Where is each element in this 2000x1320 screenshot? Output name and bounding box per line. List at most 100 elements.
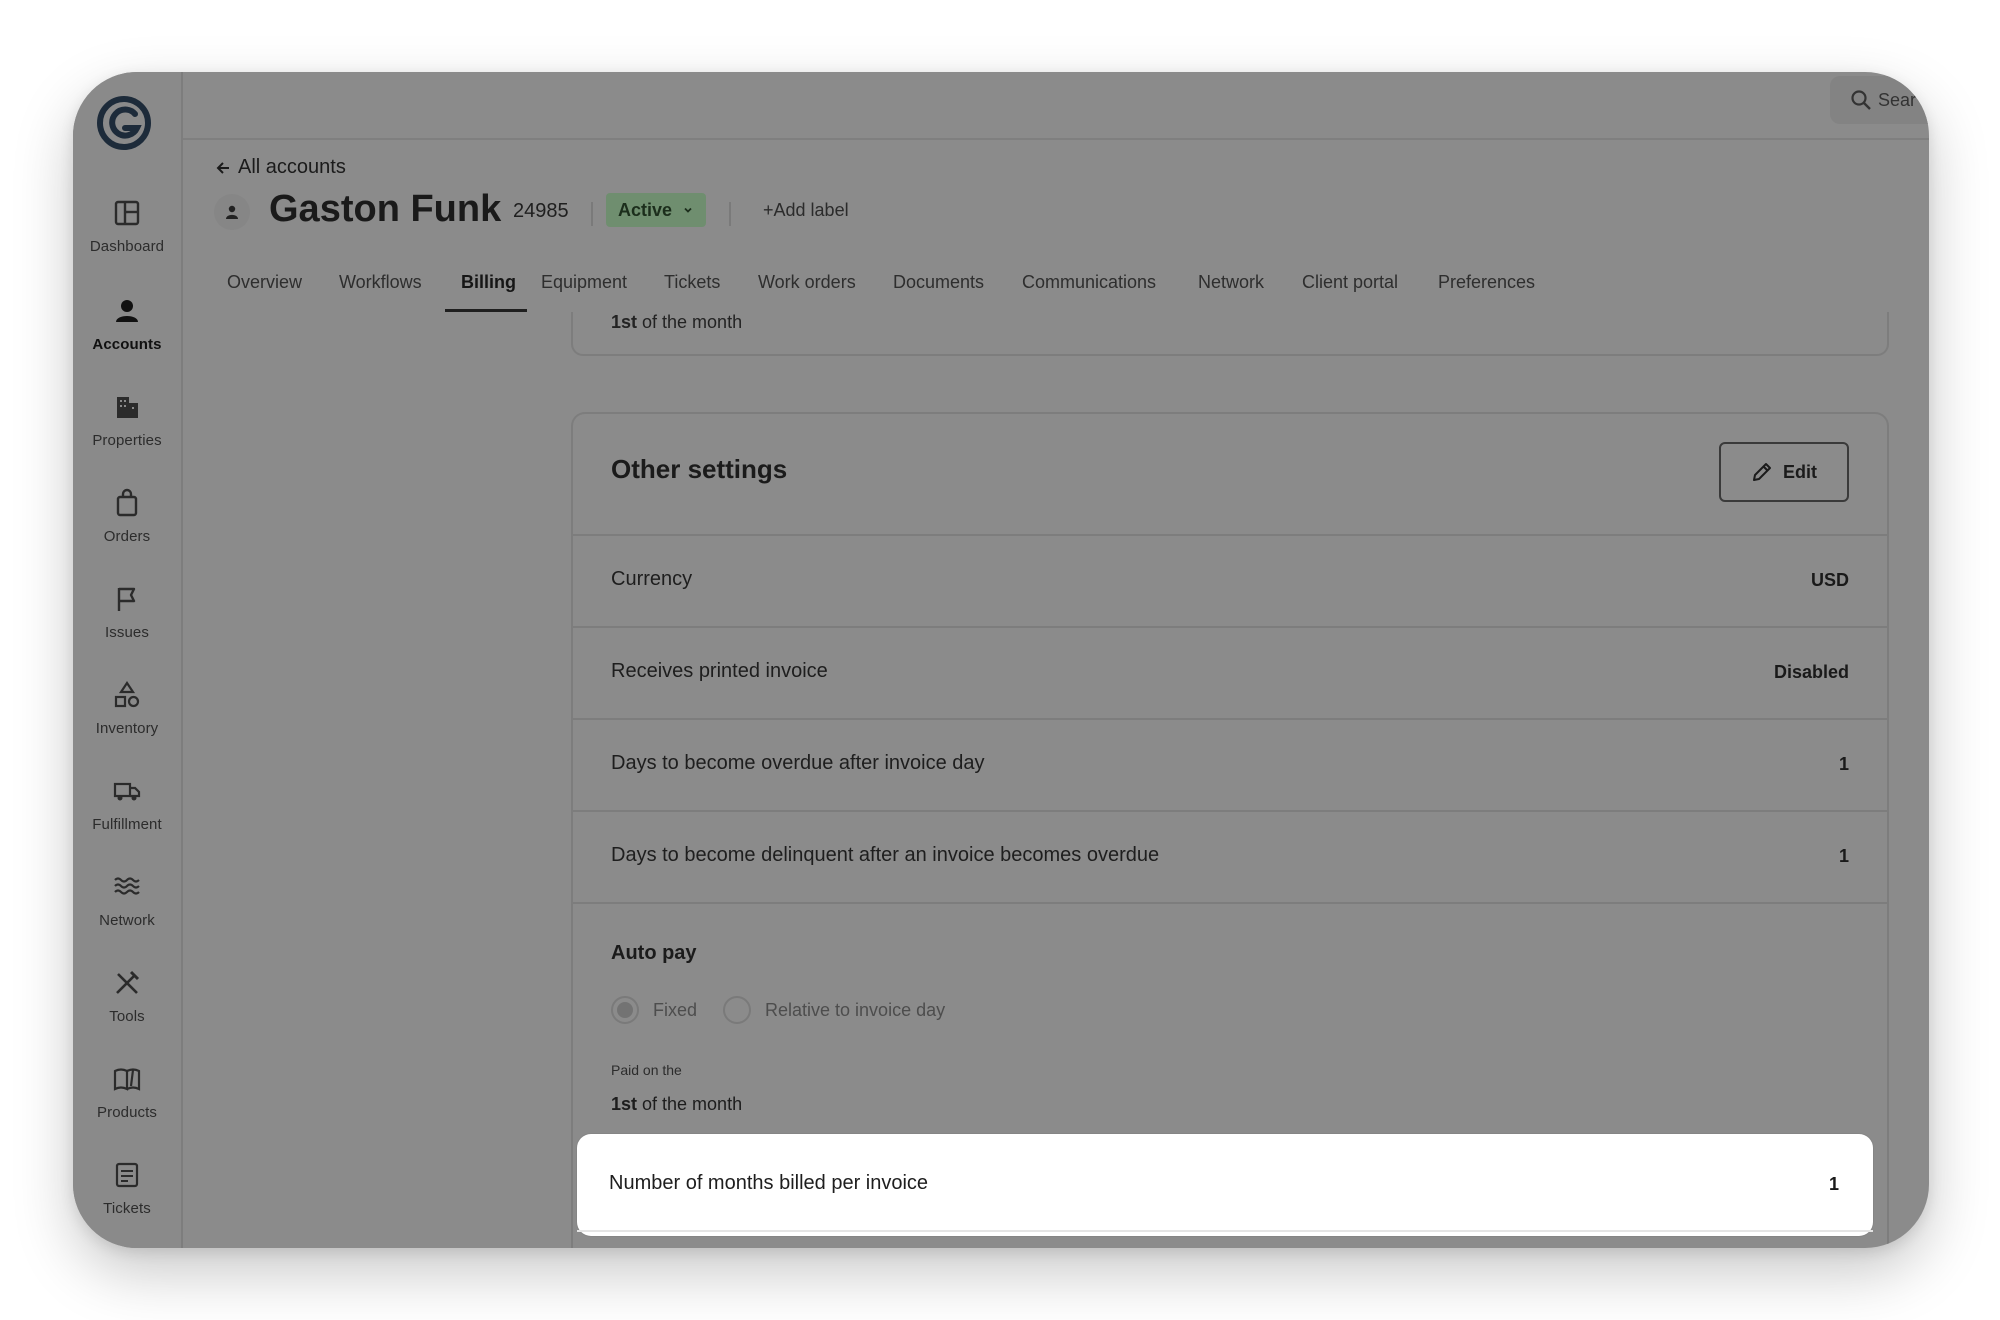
status-label: Active — [618, 199, 673, 220]
auto-pay-section: Auto pay Fixed Relative to invoice day P… — [573, 902, 1887, 1144]
sidebar-item-network[interactable]: Network — [73, 872, 181, 962]
setting-value: 1 — [1838, 754, 1849, 774]
setting-value: 1 — [1838, 846, 1849, 866]
add-label-button[interactable]: +Add label — [763, 200, 849, 221]
radio-button[interactable] — [611, 996, 639, 1024]
sidebar-item-label: Orders — [103, 528, 151, 545]
status-dropdown[interactable]: Active — [606, 193, 707, 227]
setting-label: Days to become overdue after invoice day — [611, 752, 985, 774]
tab-communications[interactable]: Communications — [1022, 272, 1156, 293]
invoice-day-ordinal: 1st — [611, 312, 638, 332]
plus-icon: + — [763, 200, 774, 220]
pencil-icon — [1753, 463, 1771, 481]
billing-schedule-card: 1st of the month — [571, 312, 1889, 356]
radio-label: Relative to invoice day — [765, 999, 946, 1020]
sidebar-item-dashboard[interactable]: Dashboard — [73, 198, 181, 288]
paid-on-label: Paid on the — [611, 1062, 682, 1078]
setting-label: Number of months billed per invoice — [609, 1172, 929, 1194]
sidebar-item-label: Dashboard — [89, 238, 165, 255]
person-icon — [116, 300, 138, 322]
auto-pay-title: Auto pay — [611, 942, 697, 964]
sidebar-item-label: Accounts — [92, 336, 162, 353]
other-settings-title: Other settings — [611, 454, 788, 484]
setting-label: Currency — [611, 568, 693, 590]
sidebar-item-tickets[interactable]: Tickets — [73, 1160, 181, 1248]
tab-billing[interactable]: Billing — [461, 272, 516, 293]
truck-icon — [113, 782, 141, 801]
ticket-icon — [115, 1162, 139, 1188]
shapes-icon — [114, 681, 140, 708]
person-icon — [226, 205, 238, 219]
search-icon — [1851, 90, 1871, 110]
account-id: 24985 — [513, 200, 569, 222]
setting-row-currency: Currency USD — [573, 534, 1887, 628]
dashboard-icon — [114, 200, 140, 226]
setting-value: USD — [1810, 570, 1849, 590]
edit-button-label: Edit — [1783, 461, 1817, 482]
sidebar-item-label: Issues — [105, 624, 149, 641]
tab-preferences[interactable]: Preferences — [1438, 272, 1535, 293]
radio-button[interactable] — [723, 996, 751, 1024]
radio-relative-to-invoice-day[interactable]: Relative to invoice day — [723, 996, 945, 1024]
setting-row-months-billed-highlighted[interactable]: Number of months billed per invoice 1 — [577, 1134, 1873, 1236]
sidebar-item-label: Tickets — [103, 1200, 151, 1217]
shopping-bag-icon — [116, 488, 138, 517]
row-divider — [577, 1230, 1873, 1232]
paid-on-value: 1st of the month — [611, 1094, 742, 1115]
brand-logo-icon[interactable] — [97, 96, 151, 150]
account-avatar — [214, 194, 250, 230]
header-divider — [591, 202, 593, 226]
sidebar-item-issues[interactable]: Issues — [73, 584, 181, 674]
setting-row-printed-invoice: Receives printed invoice Disabled — [573, 626, 1887, 720]
header-divider — [729, 202, 731, 226]
back-link-label: All accounts — [238, 156, 346, 178]
sidebar-item-accounts[interactable]: Accounts — [73, 296, 181, 386]
sidebar-item-label: Properties — [92, 432, 162, 449]
tab-work-orders[interactable]: Work orders — [758, 272, 856, 293]
sidebar-item-fulfillment[interactable]: Fulfillment — [73, 776, 181, 866]
sidebar-item-label: Network — [99, 912, 155, 929]
radio-fixed[interactable]: Fixed — [611, 996, 697, 1024]
tab-client-portal[interactable]: Client portal — [1302, 272, 1398, 293]
add-label-text: Add label — [773, 200, 849, 220]
setting-row-delinquent-days: Days to become delinquent after an invoi… — [573, 810, 1887, 904]
sidebar: Dashboard Accounts Properties Orders Iss… — [73, 72, 183, 1248]
tab-overview[interactable]: Overview — [227, 272, 302, 293]
paid-on-suffix: of the month — [637, 1094, 743, 1114]
setting-row-overdue-days: Days to become overdue after invoice day… — [573, 718, 1887, 812]
radio-label: Fixed — [653, 999, 698, 1020]
book-icon — [113, 1068, 141, 1091]
radio-selected-dot — [617, 1002, 633, 1018]
tab-documents[interactable]: Documents — [893, 272, 984, 293]
sidebar-item-products[interactable]: Products — [73, 1064, 181, 1154]
setting-label: Receives printed invoice — [611, 660, 828, 682]
search-placeholder: Sear — [1878, 89, 1917, 110]
sidebar-item-tools[interactable]: Tools — [73, 968, 181, 1058]
tab-workflows[interactable]: Workflows — [339, 272, 422, 293]
account-name: Gaston Funk — [269, 188, 502, 230]
invoice-day-value: 1st of the month — [611, 312, 742, 333]
flag-icon — [117, 587, 136, 611]
back-to-all-accounts-link[interactable]: All accounts — [214, 156, 346, 179]
sidebar-item-orders[interactable]: Orders — [73, 488, 181, 578]
sidebar-item-inventory[interactable]: Inventory — [73, 680, 181, 770]
building-icon — [117, 397, 138, 418]
arrow-left-icon — [216, 161, 229, 174]
sidebar-item-label: Tools — [109, 1008, 145, 1025]
tab-equipment[interactable]: Equipment — [541, 272, 627, 293]
app-window: Dashboard Accounts Properties Orders Iss… — [73, 72, 1929, 1248]
sidebar-item-label: Fulfillment — [92, 816, 162, 833]
setting-value: Disabled — [1773, 662, 1849, 682]
tab-tickets[interactable]: Tickets — [664, 272, 720, 293]
waves-icon — [114, 877, 140, 895]
active-tab-indicator — [445, 309, 527, 312]
setting-value: 1 — [1828, 1174, 1839, 1194]
edit-button[interactable]: Edit — [1719, 442, 1849, 502]
search-input[interactable]: Sear — [1830, 76, 1929, 124]
tab-network[interactable]: Network — [1198, 272, 1264, 293]
chevron-down-icon — [684, 207, 692, 213]
sidebar-item-properties[interactable]: Properties — [73, 392, 181, 482]
sidebar-item-label: Products — [97, 1104, 157, 1121]
paid-on-ordinal: 1st — [611, 1094, 638, 1114]
tools-icon — [116, 970, 140, 994]
